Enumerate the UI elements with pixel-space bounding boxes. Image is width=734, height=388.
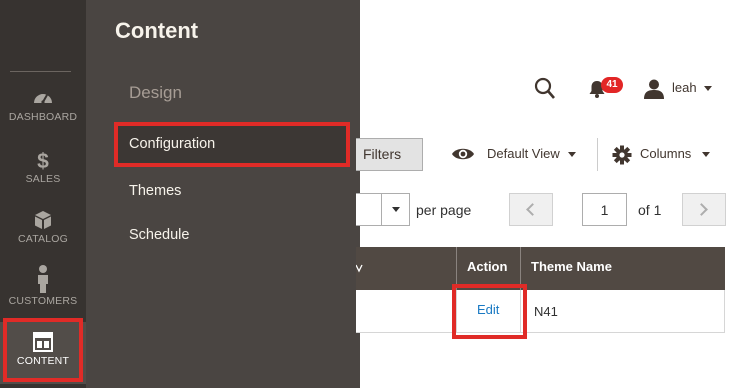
grid-header: Action Theme Name <box>355 247 725 290</box>
page-total: of 1 <box>638 202 662 218</box>
edit-link-highlight <box>452 284 527 339</box>
content-flyout-menu: Content Design Configuration Themes Sche… <box>86 0 360 388</box>
chevron-down-icon[interactable] <box>702 152 710 157</box>
gear-icon[interactable] <box>612 145 632 165</box>
chevron-right-icon <box>695 203 708 216</box>
box-icon <box>35 211 51 229</box>
chevron-left-icon <box>526 203 539 216</box>
user-icon[interactable] <box>643 79 665 99</box>
column-header-theme-name[interactable]: Theme Name <box>531 247 612 290</box>
per-page-toggle[interactable] <box>381 193 410 226</box>
content-nav-highlight <box>3 318 83 382</box>
user-name[interactable]: leah <box>672 80 697 95</box>
eye-icon[interactable] <box>451 146 475 162</box>
flyout-item-themes[interactable]: Themes <box>116 171 346 211</box>
prev-page-button[interactable] <box>509 193 553 226</box>
admin-sidebar: DASHBOARD $ SALES CATALOG CUSTOMERS CONT… <box>0 0 86 388</box>
nav-item-customers[interactable]: CUSTOMERS <box>0 264 86 326</box>
nav-label-sales: SALES <box>25 173 61 185</box>
nav-item-sales[interactable]: $ SALES <box>0 148 86 210</box>
theme-name-cell: N41 <box>534 304 558 319</box>
toolbar-divider <box>597 138 598 171</box>
dollar-icon: $ <box>37 150 49 172</box>
chevron-down-icon[interactable] <box>568 152 576 157</box>
filters-button[interactable]: Filters <box>356 138 423 171</box>
flyout-group-design: Design <box>129 83 182 102</box>
nav-divider <box>10 71 71 72</box>
next-page-button[interactable] <box>682 193 726 226</box>
notification-badge: 41 <box>601 77 623 93</box>
nav-item-catalog[interactable]: CATALOG <box>0 208 86 270</box>
columns-dropdown[interactable]: Columns <box>640 146 691 161</box>
column-header-partial[interactable] <box>355 247 366 290</box>
person-icon <box>38 265 48 293</box>
speedometer-icon <box>34 94 52 104</box>
per-page-label: per page <box>416 202 472 218</box>
default-view-dropdown[interactable]: Default View <box>487 146 560 161</box>
chevron-down-icon[interactable] <box>704 86 712 91</box>
chevron-down-icon <box>392 207 400 212</box>
flyout-item-configuration[interactable]: Configuration <box>114 122 350 167</box>
nav-label-customers: CUSTOMERS <box>8 295 78 307</box>
search-icon[interactable] <box>534 77 556 101</box>
nav-label-catalog: CATALOG <box>17 233 69 245</box>
flyout-item-schedule[interactable]: Schedule <box>116 215 346 255</box>
nav-label-dashboard: DASHBOARD <box>8 111 78 123</box>
nav-item-dashboard[interactable]: DASHBOARD <box>0 86 86 148</box>
sort-arrow-icon <box>355 264 363 273</box>
svg-text:$: $ <box>37 150 49 172</box>
flyout-title: Content <box>115 18 199 43</box>
page-number-input[interactable] <box>582 193 627 226</box>
